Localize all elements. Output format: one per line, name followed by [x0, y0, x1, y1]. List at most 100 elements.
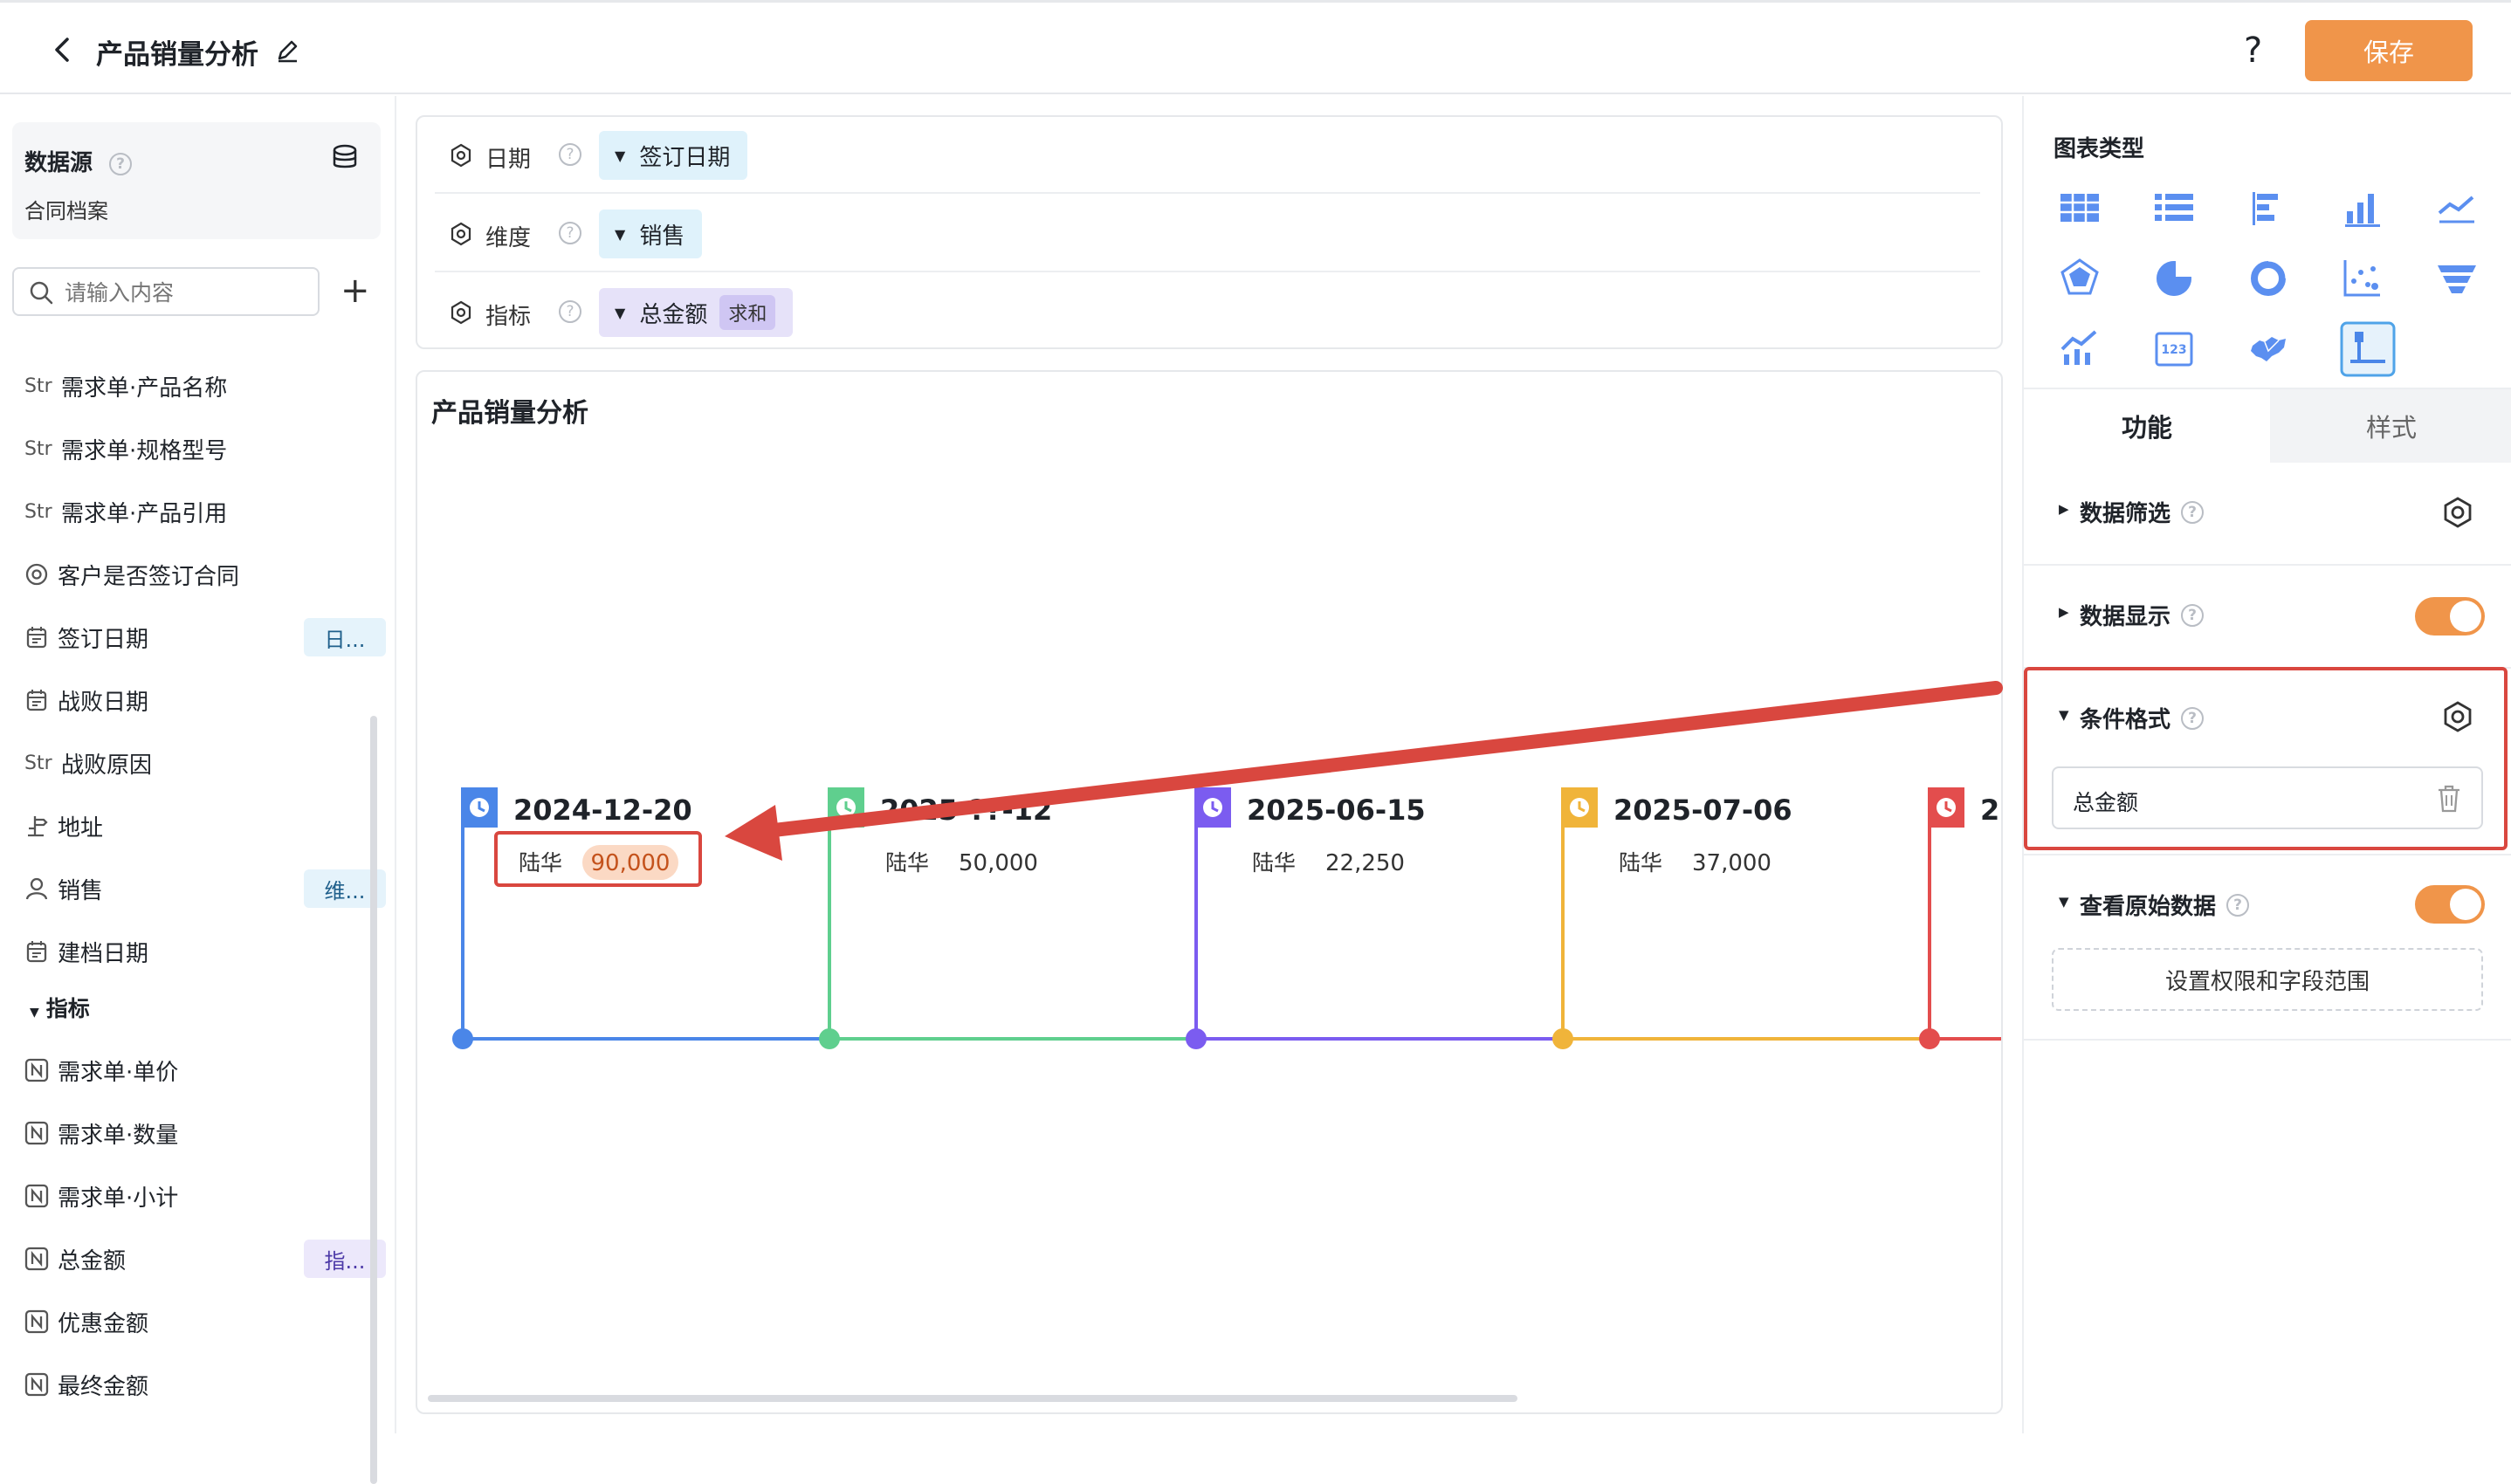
help-circle-icon[interactable]: ?: [559, 300, 581, 323]
funnel-icon[interactable]: [2434, 255, 2480, 300]
radar-icon[interactable]: [2057, 255, 2102, 300]
data-display-section[interactable]: ▶ 数据显示 ?: [2024, 566, 2511, 669]
string-type-icon: Str: [24, 500, 52, 523]
help-circle-icon[interactable]: ?: [2181, 500, 2205, 524]
field-panel: 数据源 ? 合同档案 + Str 需求单·产品名称 Str 需求单·规格型号 S…: [0, 96, 396, 1484]
caret-down-icon: ▼: [30, 1006, 39, 1020]
metric-item[interactable]: 优惠金额: [24, 1302, 374, 1341]
table-icon[interactable]: [2057, 185, 2102, 230]
list-icon[interactable]: [2151, 185, 2197, 230]
number-type-icon: [24, 1372, 54, 1397]
metric-item[interactable]: 总金额 指...: [24, 1240, 386, 1278]
timeline-icon[interactable]: [2340, 321, 2396, 377]
metric-item[interactable]: 需求单·数量: [24, 1114, 374, 1152]
field-label: 总金额: [58, 1247, 127, 1274]
calendar-icon: [26, 941, 47, 963]
timeline-dot: [1552, 1028, 1573, 1049]
settings-icon[interactable]: [449, 222, 473, 246]
line-icon[interactable]: [2434, 185, 2480, 230]
pie-icon[interactable]: [2151, 255, 2197, 300]
donut-icon[interactable]: [2246, 255, 2291, 300]
field-label: 建档日期: [58, 940, 149, 967]
help-circle-icon[interactable]: ?: [559, 222, 581, 244]
aggregation-badge: 求和: [719, 295, 776, 330]
dimension-field-chip[interactable]: ▼ 销售: [599, 210, 703, 258]
date-field-chip[interactable]: ▼ 签订日期: [599, 131, 748, 180]
raw-data-toggle[interactable]: [2415, 885, 2485, 924]
map-icon[interactable]: [2246, 326, 2291, 372]
help-circle-icon[interactable]: ?: [109, 152, 133, 175]
datasource-name: 合同档案: [24, 199, 108, 223]
field-item[interactable]: 建档日期: [24, 932, 374, 971]
field-list-scrollbar[interactable]: [370, 716, 377, 1484]
settings-icon[interactable]: [449, 143, 473, 168]
help-circle-icon[interactable]: ?: [2226, 893, 2250, 917]
field-search[interactable]: [12, 267, 320, 316]
tab-style[interactable]: 样式: [2270, 389, 2511, 463]
field-label: 销售: [58, 877, 104, 904]
annotation-highlight-conditional-format: [2024, 667, 2508, 850]
scatter-icon[interactable]: [2340, 255, 2385, 300]
field-item[interactable]: Str 战败原因: [24, 744, 374, 782]
metric-label: 指标: [485, 304, 532, 330]
field-item[interactable]: Str 需求单·产品名称: [24, 367, 374, 405]
string-type-icon: Str: [24, 752, 52, 774]
search-icon: [30, 281, 53, 305]
field-item[interactable]: Str 需求单·规格型号: [24, 429, 374, 468]
settings-icon[interactable]: [449, 300, 473, 325]
search-input[interactable]: [65, 278, 309, 307]
number-type-icon: [24, 1309, 54, 1334]
metric-group-header[interactable]: ▼ 指标: [30, 992, 90, 1023]
data-filter-section[interactable]: ▶ 数据筛选 ?: [2024, 463, 2511, 566]
edit-pencil-icon[interactable]: [274, 38, 300, 64]
calendar-icon: [26, 690, 47, 711]
section-title: 数据筛选: [2080, 501, 2171, 527]
caret-down-icon[interactable]: ▼: [2059, 894, 2069, 910]
datasource-title: 数据源: [24, 150, 93, 176]
timeline-date: 2025-??-12: [880, 794, 1052, 827]
metric-item[interactable]: 最终金额: [24, 1365, 374, 1404]
number-card-icon[interactable]: 123: [2151, 326, 2197, 372]
dimension-label: 维度: [485, 225, 532, 251]
datasource-card[interactable]: 数据源 ? 合同档案: [12, 122, 381, 239]
page-title: 产品销量分析: [96, 39, 258, 71]
field-label: 地址: [58, 814, 104, 842]
help-icon[interactable]: ?: [2244, 31, 2262, 71]
metric-item[interactable]: 需求单·小计: [24, 1177, 374, 1215]
timeline-dot: [452, 1028, 473, 1049]
set-permission-button[interactable]: 设置权限和字段范围: [2052, 948, 2483, 1011]
settings-icon[interactable]: [2441, 496, 2474, 529]
help-circle-icon[interactable]: ?: [2181, 603, 2205, 627]
metric-field-chip[interactable]: ▼ 总金额 求和: [599, 288, 794, 337]
bar-vertical-icon[interactable]: [2340, 185, 2385, 230]
user-icon: [25, 877, 48, 900]
timeline-chart: 2024-12-20陆华 90,0002025-??-12陆华 50,0002025…: [452, 787, 2001, 1049]
combo-icon[interactable]: [2057, 326, 2102, 372]
help-circle-icon[interactable]: ?: [559, 143, 581, 166]
data-display-toggle[interactable]: [2415, 597, 2485, 636]
field-item[interactable]: Str 需求单·产品引用: [24, 492, 374, 531]
add-field-button[interactable]: +: [341, 271, 370, 311]
field-label: 签订日期: [58, 626, 149, 653]
field-item[interactable]: 战败日期: [24, 681, 374, 719]
field-label: 需求单·产品名称: [61, 374, 228, 402]
back-arrow-icon[interactable]: [49, 36, 77, 64]
field-item[interactable]: 签订日期 日...: [24, 618, 386, 656]
string-type-icon: Str: [24, 374, 52, 397]
chart-horizontal-scrollbar[interactable]: [428, 1395, 1517, 1402]
bar-horizontal-icon[interactable]: [2246, 185, 2291, 230]
number-type-icon: [24, 1121, 54, 1145]
toggle-knob: [2450, 889, 2481, 920]
database-switch-icon[interactable]: [330, 143, 360, 173]
save-button[interactable]: 保存: [2305, 20, 2473, 81]
field-label: 最终金额: [58, 1373, 149, 1400]
number-card-icon-label: 123: [2161, 343, 2186, 357]
section-title: 查看原始数据: [2080, 894, 2217, 920]
timeline-dot: [1919, 1028, 1940, 1049]
field-item[interactable]: 客户是否签订合同: [24, 555, 374, 594]
metric-item[interactable]: 需求单·单价: [24, 1051, 374, 1089]
field-item[interactable]: 销售 维...: [24, 869, 386, 908]
section-title: 数据显示: [2080, 604, 2171, 630]
field-item[interactable]: 地址: [24, 807, 374, 845]
tab-function[interactable]: 功能: [2024, 389, 2270, 463]
